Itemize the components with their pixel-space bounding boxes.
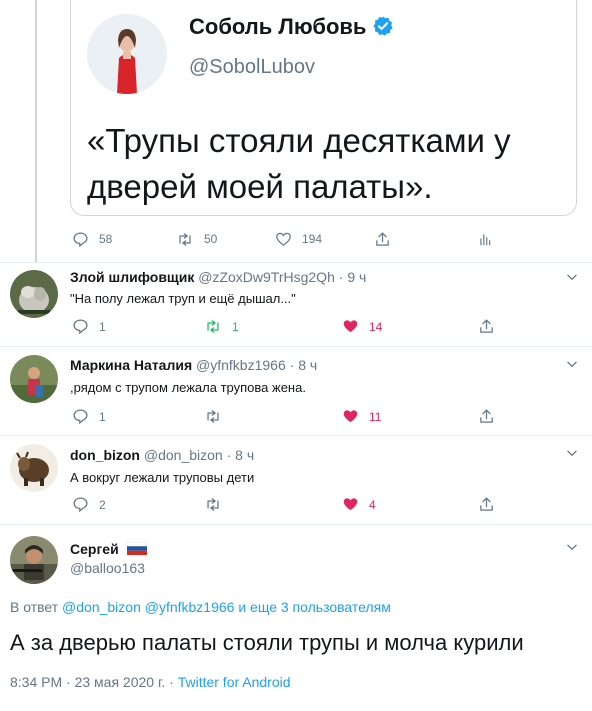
share-button[interactable] xyxy=(374,230,401,248)
quoted-tweet-card[interactable]: Соболь Любовь @SobolLubov «Трупы стояли … xyxy=(70,0,577,216)
reply-header: Злой шлифовщик @zZoxDw9TrHsg2Qh · 9 ч xyxy=(70,269,366,285)
heart-icon xyxy=(343,410,358,423)
author-handle[interactable]: @zZoxDw9TrHsg2Qh xyxy=(198,269,335,285)
retweet-icon xyxy=(207,320,219,333)
main-tweet-handle-row: @balloo163 xyxy=(70,560,145,576)
divider xyxy=(0,262,592,263)
reply-icon xyxy=(73,497,88,513)
like-button[interactable]: 14 xyxy=(342,318,382,335)
dot-separator: · xyxy=(338,269,344,285)
retweet-icon xyxy=(207,410,219,423)
reply-header: Маркина Наталия @yfnfkbz1966 · 8 ч xyxy=(70,357,317,373)
like-button[interactable]: 11 xyxy=(342,408,381,425)
retweet-icon xyxy=(207,498,219,511)
reply-header: don_bizon @don_bizon · 8 ч xyxy=(70,447,254,463)
divider xyxy=(0,524,592,525)
avatar[interactable] xyxy=(10,536,58,584)
retweet-count: 50 xyxy=(204,232,218,246)
author-handle[interactable]: @yfnfkbz1966 xyxy=(196,357,286,373)
share-icon xyxy=(480,497,493,511)
author-name[interactable]: Злой шлифовщик xyxy=(70,269,194,285)
reply-button[interactable]: 1 xyxy=(72,318,106,335)
like-button[interactable]: 4 xyxy=(342,496,376,513)
main-tweet-text: А за дверью палаты стояли трупы и молча … xyxy=(10,630,524,655)
chevron-down-icon[interactable] xyxy=(565,357,579,376)
author-handle[interactable]: @balloo163 xyxy=(70,560,145,576)
reply-text: А вокруг лежали труповы дети xyxy=(70,470,255,485)
reply-count: 1 xyxy=(99,409,106,424)
divider xyxy=(0,435,592,436)
tweet-source[interactable]: Twitter for Android xyxy=(178,674,291,690)
like-count: 11 xyxy=(369,409,382,424)
tweet-time[interactable]: 8 ч xyxy=(298,357,317,373)
retweet-button[interactable]: 50 xyxy=(176,230,217,248)
reply-button[interactable]: 1 xyxy=(72,408,106,425)
reply-to-prefix: В ответ xyxy=(10,599,59,615)
like-button[interactable]: 194 xyxy=(275,230,322,248)
analytics-button[interactable] xyxy=(478,230,502,248)
reply-icon xyxy=(73,231,88,247)
reply-icon xyxy=(73,319,88,335)
chevron-down-icon[interactable] xyxy=(565,270,579,289)
author-name[interactable]: Сергей xyxy=(70,541,119,557)
avatar[interactable] xyxy=(10,444,58,492)
chevron-down-icon[interactable] xyxy=(565,446,579,465)
dot-separator: · xyxy=(289,357,295,373)
like-count: 4 xyxy=(369,497,376,512)
tweet-time[interactable]: 8 ч xyxy=(235,447,254,463)
analytics-icon xyxy=(480,233,491,245)
retweet-button[interactable]: 1 xyxy=(204,318,239,335)
share-icon xyxy=(480,409,493,423)
author-name[interactable]: Маркина Наталия xyxy=(70,357,192,373)
avatar[interactable] xyxy=(10,270,58,318)
reply-to-links[interactable]: @don_bizon @yfnfkbz1966 и еще 3 пользова… xyxy=(62,599,391,615)
share-icon xyxy=(376,231,389,246)
retweet-count: 1 xyxy=(232,319,239,334)
quoted-tweet-name[interactable]: Соболь Любовь xyxy=(189,14,394,43)
heart-icon xyxy=(343,320,358,333)
reply-count: 58 xyxy=(99,232,113,246)
author-name[interactable]: don_bizon xyxy=(70,447,140,463)
russia-flag-icon xyxy=(126,541,147,558)
chevron-down-icon[interactable] xyxy=(565,540,579,559)
main-tweet-header: Сергей xyxy=(70,541,147,558)
reply-button[interactable]: 2 xyxy=(72,496,106,513)
retweet-icon xyxy=(179,232,191,246)
share-button[interactable] xyxy=(478,408,505,425)
share-button[interactable] xyxy=(478,318,505,335)
tweet-timestamp[interactable]: 8:34 PM · 23 мая 2020 г. · xyxy=(10,674,174,690)
quoted-tweet-avatar[interactable] xyxy=(87,14,167,94)
like-count: 194 xyxy=(302,232,323,246)
author-handle[interactable]: @don_bizon xyxy=(144,447,223,463)
tweet-time[interactable]: 9 ч xyxy=(347,269,366,285)
divider xyxy=(0,346,592,347)
heart-icon xyxy=(343,498,358,511)
tweet-meta: 8:34 PM · 23 мая 2020 г. · Twitter for A… xyxy=(10,674,291,690)
reply-text: ,рядом с трупом лежала трупова жена. xyxy=(70,380,306,395)
retweet-button[interactable] xyxy=(204,496,232,513)
share-button[interactable] xyxy=(478,496,505,513)
like-count: 14 xyxy=(369,319,383,334)
reply-to-line: В ответ @don_bizon @yfnfkbz1966 и еще 3 … xyxy=(10,599,391,615)
reply-count: 2 xyxy=(99,497,106,512)
share-icon xyxy=(480,319,493,333)
heart-icon xyxy=(276,232,291,246)
reply-text: "На полу лежал труп и ещё дышал..." xyxy=(70,291,296,306)
verified-badge-icon xyxy=(372,15,394,43)
avatar[interactable] xyxy=(10,355,58,403)
reply-icon xyxy=(73,409,88,425)
quoted-tweet-text: «Трупы стояли десятками у дверей моей па… xyxy=(87,122,511,205)
thread-line xyxy=(35,0,37,262)
reply-button[interactable]: 58 xyxy=(72,230,112,248)
retweet-button[interactable] xyxy=(204,408,232,425)
dot-separator: · xyxy=(226,447,232,463)
reply-count: 1 xyxy=(99,319,106,334)
quoted-tweet-handle[interactable]: @SobolLubov xyxy=(189,56,315,79)
